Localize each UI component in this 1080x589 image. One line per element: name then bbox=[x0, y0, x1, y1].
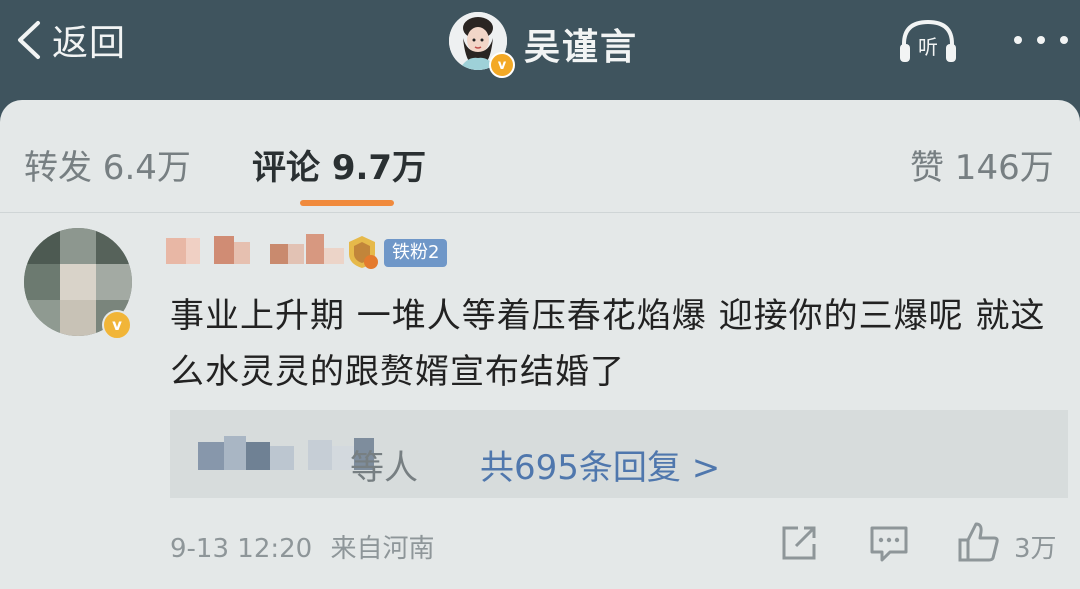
comment-meta: 9-13 12:20 来自河南 bbox=[170, 528, 434, 565]
blurred-username bbox=[166, 234, 344, 264]
commenter-username-blurred[interactable] bbox=[166, 232, 346, 268]
content-card: 转发 6.4万 评论 9.7万 赞 146万 v 铁粉2 事业上升期 一堆人等着… bbox=[0, 100, 1080, 589]
back-label: 返回 bbox=[52, 23, 127, 64]
tab-bar: 转发 6.4万 评论 9.7万 赞 146万 bbox=[0, 100, 1080, 213]
thumbs-up-icon[interactable] bbox=[956, 520, 1000, 564]
repost-icon[interactable] bbox=[780, 520, 820, 564]
fan-level-badge[interactable]: 铁粉2 bbox=[384, 239, 448, 267]
chevron-left-icon bbox=[18, 21, 40, 59]
profile-avatar[interactable]: v bbox=[449, 12, 515, 78]
reply-comment-icon[interactable] bbox=[868, 520, 910, 564]
listen-button[interactable]: 听 bbox=[896, 16, 960, 66]
replies-suffix: 等人 bbox=[350, 448, 418, 488]
tab-likes[interactable]: 赞 146万 bbox=[910, 140, 1054, 189]
headphones-icon: 听 bbox=[900, 19, 956, 62]
fan-medal-icon bbox=[349, 236, 378, 269]
back-button[interactable]: 返回 bbox=[14, 14, 126, 66]
more-options-button[interactable] bbox=[1010, 30, 1072, 50]
more-dots-icon bbox=[1014, 36, 1068, 44]
listen-label: 听 bbox=[918, 35, 938, 59]
comment-timestamp: 9-13 12:20 bbox=[170, 534, 313, 564]
comment-text: 事业上升期 一堆人等着压春花焰爆 迎接你的三爆呢 就这么水灵灵的跟赘婿宣布结婚了 bbox=[170, 296, 1046, 392]
tab-reposts[interactable]: 转发 6.4万 bbox=[24, 140, 191, 189]
active-tab-indicator bbox=[300, 200, 394, 206]
top-nav-bar: 返回 v 吴谨言 听 bbox=[0, 0, 1080, 100]
replies-preview[interactable]: 等人 共695条回复 > bbox=[170, 410, 1068, 498]
blurred-reply-names bbox=[198, 436, 374, 470]
page-title: 吴谨言 bbox=[524, 27, 639, 68]
verified-badge-icon: v bbox=[102, 310, 132, 340]
tab-comments[interactable]: 评论 9.7万 bbox=[252, 140, 426, 189]
view-replies-link[interactable]: 共695条回复 > bbox=[480, 440, 720, 489]
comment-location: 来自河南 bbox=[330, 534, 435, 564]
verified-badge-icon: v bbox=[489, 52, 515, 78]
like-count: 3万 bbox=[1014, 534, 1057, 564]
